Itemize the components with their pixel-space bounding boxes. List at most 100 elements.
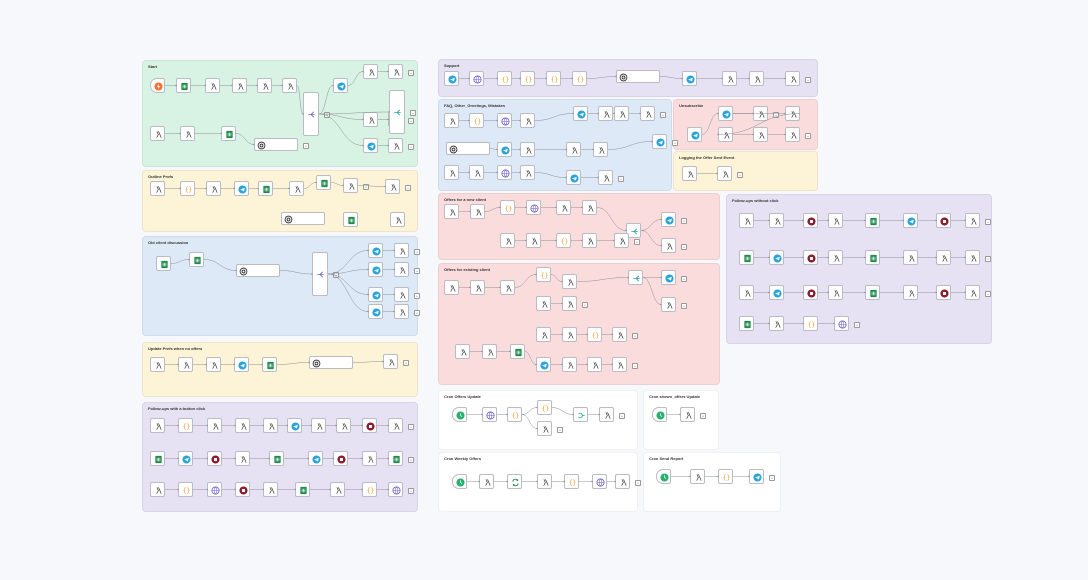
log-node[interactable] <box>206 357 221 372</box>
sheets-node[interactable] <box>316 175 331 190</box>
add-node-button[interactable]: + <box>632 332 638 339</box>
http-node[interactable] <box>834 316 849 331</box>
log-node[interactable] <box>150 357 165 372</box>
sheets-node[interactable] <box>156 256 171 271</box>
add-node-button[interactable]: + <box>854 321 860 328</box>
log-node[interactable] <box>150 181 165 196</box>
stop-node[interactable] <box>333 451 348 466</box>
add-node-button[interactable]: + <box>769 474 775 481</box>
sheets-node[interactable] <box>262 357 277 372</box>
log-node[interactable] <box>640 106 655 121</box>
log-node[interactable] <box>444 204 459 219</box>
openai-node[interactable] <box>446 142 490 155</box>
add-node-button[interactable]: + <box>805 132 811 139</box>
log-node[interactable] <box>385 179 400 194</box>
code-node[interactable]: {} <box>572 71 587 86</box>
log-node[interactable] <box>753 106 768 121</box>
code-node[interactable]: {} <box>497 71 512 86</box>
add-node-button[interactable]: + <box>985 255 991 262</box>
add-node-button[interactable]: + <box>672 139 678 146</box>
telegram-node[interactable] <box>687 127 702 142</box>
log-node[interactable] <box>394 304 409 319</box>
add-node-button[interactable]: + <box>773 111 779 118</box>
code-node[interactable]: {} <box>587 327 602 342</box>
sheets-node[interactable] <box>176 78 191 93</box>
log-node[interactable] <box>520 142 535 157</box>
log-node[interactable] <box>936 250 951 265</box>
log-node[interactable] <box>207 418 222 433</box>
code-node[interactable]: {} <box>546 71 561 86</box>
log-node[interactable] <box>388 64 403 79</box>
log-node[interactable] <box>690 469 705 484</box>
code-node[interactable]: {} <box>500 200 515 215</box>
log-node[interactable] <box>232 78 247 93</box>
add-node-button[interactable]: + <box>405 184 411 191</box>
log-node[interactable] <box>178 357 193 372</box>
log-node[interactable] <box>598 170 613 185</box>
telegram-node[interactable] <box>566 170 581 185</box>
log-node[interactable] <box>965 285 980 300</box>
sheets-node[interactable] <box>865 250 880 265</box>
code-node[interactable]: {} <box>536 267 551 282</box>
add-node-button[interactable]: + <box>408 487 414 494</box>
add-node-button[interactable]: + <box>414 309 420 316</box>
telegram-node[interactable] <box>769 250 784 265</box>
log-node[interactable] <box>362 451 377 466</box>
log-node[interactable] <box>469 165 484 180</box>
sheets-node[interactable] <box>189 252 204 267</box>
log-node[interactable] <box>614 106 629 121</box>
add-node-button[interactable]: + <box>737 171 743 178</box>
add-node-button[interactable]: + <box>303 142 309 149</box>
stop-node[interactable] <box>803 250 818 265</box>
log-node[interactable] <box>444 165 459 180</box>
log-node[interactable] <box>598 106 613 121</box>
code-node[interactable]: {} <box>537 400 552 415</box>
add-node-button[interactable]: + <box>414 267 420 274</box>
log-node[interactable] <box>257 78 272 93</box>
log-node[interactable] <box>343 178 358 193</box>
log-node[interactable] <box>682 166 697 181</box>
add-node-button[interactable]: + <box>408 456 414 463</box>
log-node[interactable] <box>383 354 398 369</box>
code-node[interactable]: {} <box>178 418 193 433</box>
openai-node[interactable] <box>281 212 325 225</box>
log-node[interactable] <box>311 418 326 433</box>
add-node-button[interactable]: + <box>681 302 687 309</box>
add-node-button[interactable]: + <box>408 69 414 76</box>
add-node-button[interactable]: + <box>557 426 563 433</box>
log-node[interactable] <box>739 213 754 228</box>
telegram-node[interactable] <box>769 285 784 300</box>
log-node[interactable] <box>769 213 784 228</box>
log-node[interactable] <box>536 327 551 342</box>
code-node[interactable]: {} <box>362 482 377 497</box>
log-node[interactable] <box>566 142 581 157</box>
log-node[interactable] <box>562 357 577 372</box>
log-node[interactable] <box>769 316 784 331</box>
stop-node[interactable] <box>207 451 222 466</box>
log-node[interactable] <box>828 285 843 300</box>
log-node[interactable] <box>388 418 403 433</box>
log-node[interactable] <box>562 327 577 342</box>
http-node[interactable] <box>497 165 512 180</box>
log-node[interactable] <box>749 71 764 86</box>
telegram-node[interactable] <box>573 106 588 121</box>
add-node-button[interactable]: + <box>681 243 687 250</box>
telegram-node[interactable] <box>903 213 918 228</box>
log-node[interactable] <box>785 71 800 86</box>
add-node-button[interactable]: + <box>700 412 706 419</box>
stop-node[interactable] <box>936 213 951 228</box>
switch-node[interactable] <box>628 270 643 285</box>
log-node[interactable] <box>537 474 552 489</box>
log-node[interactable] <box>150 482 165 497</box>
code-node[interactable]: {} <box>180 181 195 196</box>
log-node[interactable] <box>718 127 733 142</box>
sheets-node[interactable] <box>739 316 754 331</box>
telegram-node[interactable] <box>178 451 193 466</box>
log-node[interactable] <box>394 287 409 302</box>
log-node[interactable] <box>661 238 676 253</box>
sheets-node[interactable] <box>343 212 358 227</box>
log-node[interactable] <box>903 285 918 300</box>
add-node-button[interactable]: + <box>414 292 420 299</box>
openai-node[interactable] <box>616 70 660 83</box>
log-node[interactable] <box>828 213 843 228</box>
